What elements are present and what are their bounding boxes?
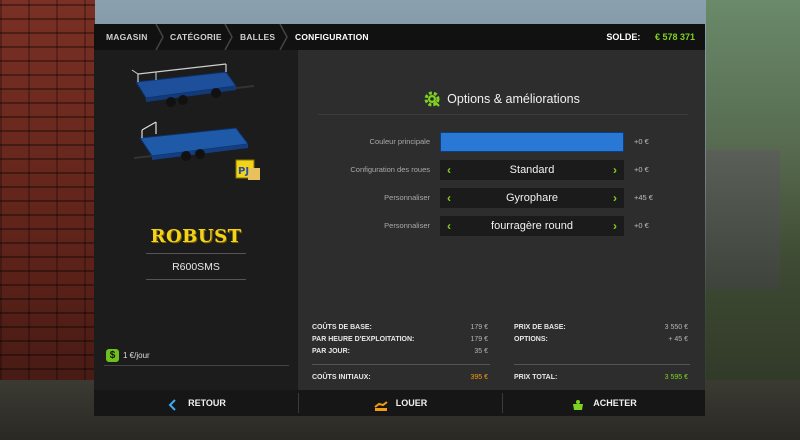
back-button[interactable]: RETOUR	[94, 390, 298, 416]
initial-cost-value: 395 €	[470, 374, 488, 381]
divider	[318, 114, 688, 115]
option-row-custom-1: Personnaliser ‹ Gyrophare › +45 €	[298, 188, 705, 208]
cost-value: 179 €	[470, 336, 488, 343]
breadcrumb-configuration: CONFIGURATION	[295, 32, 369, 42]
color-swatch[interactable]	[440, 132, 624, 152]
cost-label: PAR HEURE D'EXPLOITATION:	[312, 336, 415, 343]
chevron-left-icon	[166, 396, 180, 411]
chevron-right-icon[interactable]: ›	[606, 188, 624, 208]
chevron-left-icon[interactable]: ‹	[440, 216, 458, 236]
cost-label: OPTIONS:	[514, 336, 548, 343]
option-label: Couleur principale	[369, 137, 430, 146]
options-title: Options & améliorations	[298, 88, 705, 110]
divider	[146, 279, 246, 280]
cost-label: COÛTS DE BASE:	[312, 324, 372, 331]
option-value: Standard	[509, 164, 555, 176]
option-selector: ‹ Gyrophare ›	[440, 188, 624, 208]
upkeep-cost: $1 €/jour	[106, 348, 150, 364]
chevron-right-icon	[278, 24, 288, 50]
chevron-right-icon	[223, 24, 233, 50]
chevron-left-icon[interactable]: ‹	[440, 160, 458, 180]
action-bar: RETOUR LOUER ACHETER	[94, 390, 705, 416]
pj-logo: PJ	[235, 159, 260, 180]
bale-trailer-image: PJ	[126, 60, 266, 190]
option-price: +0 €	[634, 221, 649, 230]
cost-label: PRIX TOTAL:	[514, 374, 558, 381]
vehicle-info: PJ ROBUST R600SMS $1 €/jour	[94, 50, 298, 390]
brick-wall	[0, 0, 95, 440]
breadcrumb-magasin[interactable]: MAGASIN	[106, 24, 148, 50]
building	[706, 150, 780, 290]
upkeep-value: 1 €/jour	[123, 351, 150, 360]
option-row-wheels: Configuration des roues ‹ Standard › +0 …	[298, 160, 705, 180]
option-label: Configuration des roues	[350, 165, 430, 174]
option-label: Personnaliser	[384, 193, 430, 202]
cost-label: PAR JOUR:	[312, 348, 350, 355]
option-value: Gyrophare	[506, 192, 558, 204]
option-value: fourragère round	[491, 220, 573, 232]
balance: SOLDE: € 578 371	[606, 24, 695, 50]
shop-panel: MAGASIN CATÉGORIE BALLES CONFIGURATION S…	[94, 24, 705, 416]
gear-icon	[423, 90, 441, 108]
cost-value: + 45 €	[668, 336, 688, 343]
chevron-right-icon[interactable]: ›	[606, 216, 624, 236]
chevron-left-icon[interactable]: ‹	[440, 188, 458, 208]
divider	[514, 364, 690, 365]
cost-value: 179 €	[470, 324, 488, 331]
cost-summary: COÛTS DE BASE: 179 € PAR HEURE D'EXPLOIT…	[312, 324, 704, 394]
option-label: Personnaliser	[384, 221, 430, 230]
option-row-custom-2: Personnaliser ‹ fourragère round › +0 €	[298, 216, 705, 236]
divider	[146, 253, 246, 254]
chevron-right-icon[interactable]: ›	[606, 160, 624, 180]
option-row-color: Couleur principale +0 €	[298, 132, 705, 152]
buy-button[interactable]: ACHETER	[503, 390, 705, 416]
divider	[104, 365, 289, 366]
option-selector: ‹ Standard ›	[440, 160, 624, 180]
model-name: R600SMS	[172, 261, 220, 273]
cost-value: 35 €	[474, 348, 488, 355]
balance-value: € 578 371	[654, 32, 695, 42]
buy-label: ACHETER	[593, 398, 637, 408]
back-label: RETOUR	[188, 398, 226, 408]
lease-label: LOUER	[395, 398, 428, 408]
option-price: +0 €	[634, 165, 649, 174]
options-title-text: Options & améliorations	[447, 92, 580, 106]
money-icon: $	[106, 349, 119, 363]
cost-label: COÛTS INITIAUX:	[312, 374, 371, 381]
svg-text:PJ: PJ	[238, 166, 249, 177]
buy-icon	[571, 396, 585, 410]
breadcrumb-balles[interactable]: BALLES	[240, 24, 275, 50]
breadcrumb: MAGASIN CATÉGORIE BALLES CONFIGURATION S…	[94, 24, 705, 50]
lease-button[interactable]: LOUER	[299, 390, 502, 416]
balance-label: SOLDE:	[606, 32, 641, 42]
option-selector: ‹ fourragère round ›	[440, 216, 624, 236]
lease-icon	[374, 396, 388, 411]
option-price: +0 €	[634, 137, 649, 146]
chevron-right-icon	[154, 24, 164, 50]
breadcrumb-categorie[interactable]: CATÉGORIE	[170, 24, 222, 50]
total-price-value: 3 595 €	[664, 374, 688, 381]
brand-logo: ROBUST	[150, 226, 242, 247]
divider	[312, 364, 490, 365]
cost-label: PRIX DE BASE:	[514, 324, 566, 331]
option-price: +45 €	[634, 193, 653, 202]
cost-value: 3 550 €	[664, 324, 688, 331]
